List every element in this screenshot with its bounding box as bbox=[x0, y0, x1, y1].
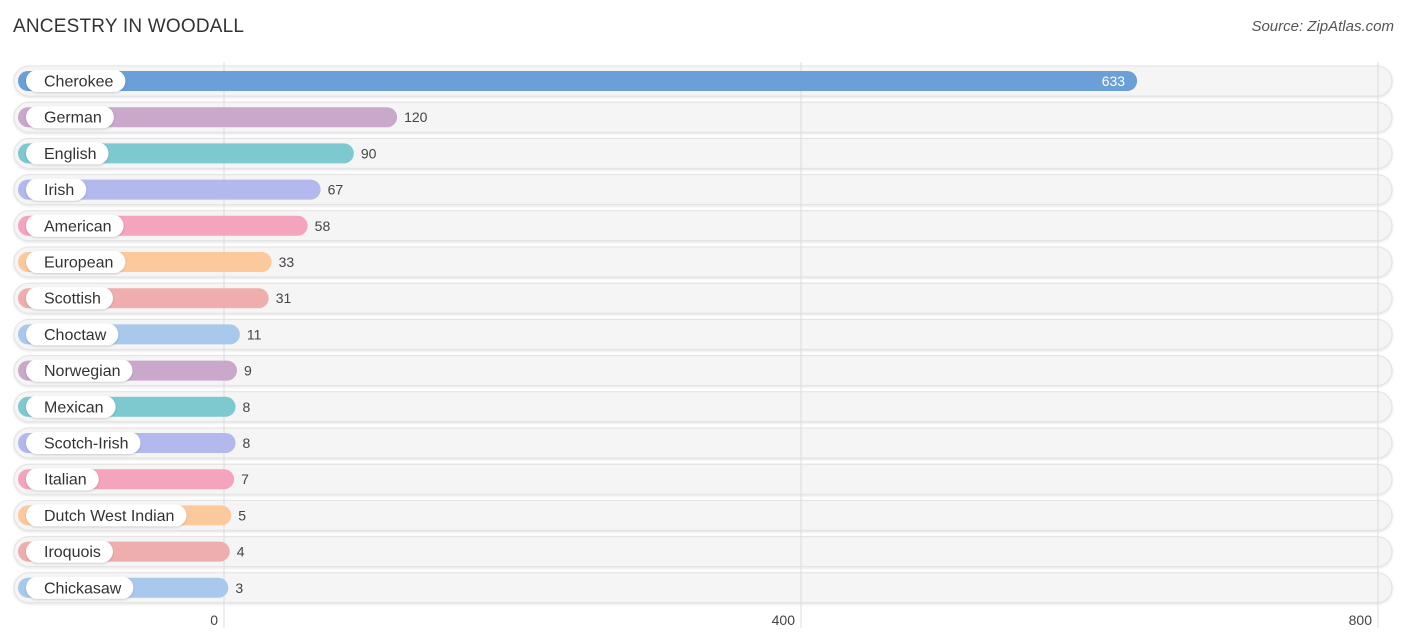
category-label: Choctaw bbox=[44, 327, 107, 344]
x-tick-label: 0 bbox=[210, 612, 218, 628]
category-label: Chickasaw bbox=[44, 580, 122, 597]
category-label: European bbox=[44, 255, 113, 272]
bar-row: Irish 67 bbox=[18, 178, 344, 201]
value-label: 33 bbox=[279, 254, 295, 270]
category-label: English bbox=[44, 146, 96, 163]
category-label: German bbox=[44, 110, 102, 127]
value-label: 8 bbox=[243, 399, 251, 415]
bar-row: German 120 bbox=[18, 106, 428, 129]
bar-row: Mexican 8 bbox=[18, 395, 251, 418]
bar-row: American 58 bbox=[18, 214, 331, 237]
category-label: Irish bbox=[44, 182, 74, 199]
bar-row: Scotch-Irish 8 bbox=[18, 432, 251, 454]
category-label: Scotch-Irish bbox=[44, 436, 128, 453]
category-label: Scottish bbox=[44, 291, 101, 308]
bar bbox=[18, 71, 1138, 91]
x-tick-label: 400 bbox=[772, 612, 796, 628]
x-tick-label: 800 bbox=[1349, 612, 1373, 628]
category-label: Iroquois bbox=[44, 544, 101, 561]
value-label: 120 bbox=[404, 109, 428, 125]
value-label: 633 bbox=[1102, 73, 1126, 89]
value-label: 67 bbox=[328, 182, 344, 198]
category-label: Dutch West Indian bbox=[44, 508, 174, 525]
value-label: 8 bbox=[243, 435, 251, 451]
bar-row: Italian 7 bbox=[18, 468, 249, 491]
bar-row: Dutch West Indian 5 bbox=[18, 504, 246, 527]
bar-chart: Cherokee 633German 120English 90Irish 67Amer… bbox=[13, 62, 1393, 628]
category-label: Italian bbox=[44, 472, 87, 489]
bar-row: Cherokee 633 bbox=[18, 70, 1138, 92]
bar-row: Chickasaw 3 bbox=[18, 576, 243, 599]
value-label: 9 bbox=[244, 363, 252, 379]
value-label: 4 bbox=[237, 544, 245, 560]
bar-row: Scottish 31 bbox=[18, 287, 292, 310]
bar-row: Iroquois 4 bbox=[18, 540, 245, 563]
value-label: 5 bbox=[238, 507, 246, 523]
category-label: Mexican bbox=[44, 399, 104, 416]
value-label: 31 bbox=[276, 290, 292, 306]
x-axis-ticks: 0 400 800 bbox=[210, 612, 1372, 628]
value-label: 58 bbox=[315, 218, 331, 234]
bar-row: European 33 bbox=[18, 251, 294, 273]
bar-row: English 90 bbox=[18, 142, 377, 165]
bar-row: Norwegian 9 bbox=[18, 359, 252, 382]
category-label: Cherokee bbox=[44, 74, 113, 91]
value-label: 90 bbox=[361, 145, 377, 161]
value-label: 11 bbox=[247, 326, 262, 342]
value-label: 7 bbox=[241, 471, 249, 487]
bar-row: Choctaw 11 bbox=[18, 323, 262, 346]
value-label: 3 bbox=[235, 580, 243, 596]
category-label: American bbox=[44, 218, 112, 235]
category-label: Norwegian bbox=[44, 363, 120, 380]
